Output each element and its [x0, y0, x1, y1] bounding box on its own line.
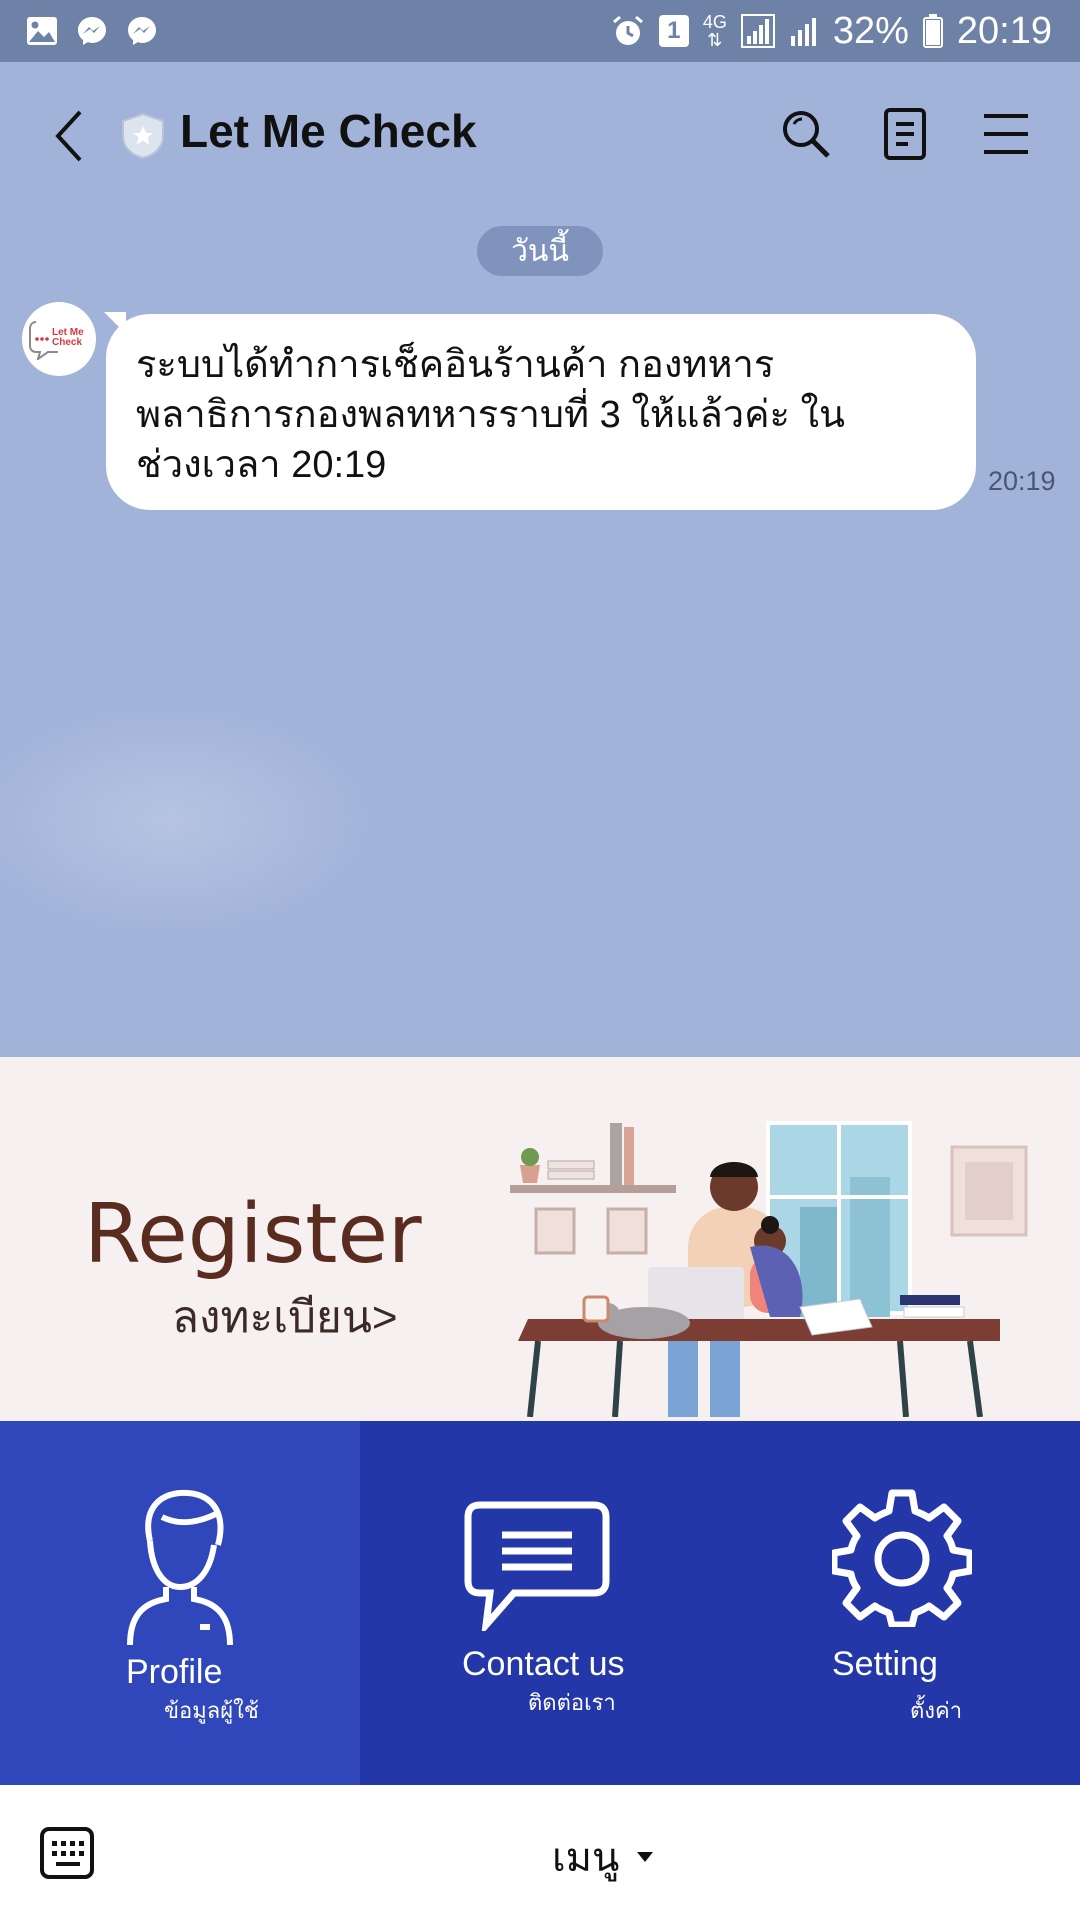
status-bar: 1 4G ⇅ 32% 20:19: [0, 0, 1080, 62]
register-subtitle: ลงทะเบียน>: [172, 1293, 398, 1342]
notes-icon[interactable]: [878, 106, 934, 162]
official-account-shield-icon: [122, 112, 164, 160]
menu-label-profile: Profile: [126, 1653, 223, 1691]
menu-label-setting: Setting: [832, 1645, 938, 1683]
account-avatar[interactable]: Let Me Check: [22, 302, 96, 376]
chat-header: Let Me Check: [0, 62, 1080, 207]
message-line: พลาธิการกองพลทหารราบที่ 3 ให้แล้วค่ะ ใน: [136, 394, 845, 436]
messenger-notification-icon: [76, 15, 108, 47]
svg-text:Check: Check: [52, 337, 82, 348]
bottom-bar: เมนู: [0, 1785, 1080, 1920]
message-bubble[interactable]: ระบบได้ทำการเช็คอินร้านค้า กองทหาร พลาธิ…: [106, 314, 976, 510]
menu-item-profile[interactable]: Profile ข้อมูลผู้ใช้: [0, 1421, 360, 1785]
keyboard-icon[interactable]: [40, 1827, 94, 1879]
menu-sub-profile: ข้อมูลผู้ใช้: [164, 1698, 259, 1723]
sim-slot-badge: 1: [658, 15, 689, 47]
rich-menu: Profile ข้อมูลผู้ใช้ Contact us ติดต่อเร…: [0, 1421, 1080, 1785]
caret-down-icon: [637, 1852, 654, 1862]
message-timestamp: 20:19: [988, 466, 1056, 496]
background-cloud: [0, 700, 380, 940]
menu-label-contact: Contact us: [462, 1645, 625, 1683]
register-title: Register: [84, 1187, 422, 1282]
register-banner[interactable]: Register ลงทะเบียน>: [0, 1057, 1080, 1421]
back-arrow-icon[interactable]: [48, 106, 88, 166]
menu-item-contact[interactable]: Contact us ติดต่อเรา: [360, 1421, 720, 1785]
family-desk-illustration: [510, 1121, 1028, 1417]
menu-toggle-label: เมนู: [552, 1836, 620, 1880]
messenger-notification-icon-2: [126, 15, 158, 47]
date-separator: วันนี้: [477, 226, 603, 276]
gear-icon: [832, 1489, 972, 1627]
chat-bubble-icon: [464, 1501, 610, 1631]
signal-icon-2: [789, 14, 819, 48]
profile-icon: [127, 1489, 233, 1646]
menu-sub-contact: ติดต่อเรา: [528, 1690, 616, 1715]
signal-icon: [740, 14, 775, 48]
status-time: 20:19: [956, 9, 1052, 52]
chat-title: Let Me Check: [180, 105, 477, 157]
hamburger-menu-icon[interactable]: [978, 106, 1034, 162]
battery-icon: [922, 14, 943, 48]
message-line: ช่วงเวลา 20:19: [136, 444, 387, 486]
search-icon[interactable]: [778, 106, 834, 162]
gallery-notification-icon: [26, 16, 58, 46]
menu-toggle-button[interactable]: เมนู: [552, 1825, 654, 1889]
menu-sub-setting: ตั้งค่า: [910, 1698, 963, 1723]
message-line: ระบบได้ทำการเช็คอินร้านค้า กองทหาร: [136, 344, 775, 386]
alarm-icon: [611, 14, 645, 48]
battery-percent: 32%: [832, 9, 909, 52]
network-type: 4G ⇅: [702, 12, 727, 50]
menu-item-setting[interactable]: Setting ตั้งค่า: [720, 1421, 1080, 1785]
let-me-check-logo-icon: Let Me Check: [29, 321, 84, 360]
